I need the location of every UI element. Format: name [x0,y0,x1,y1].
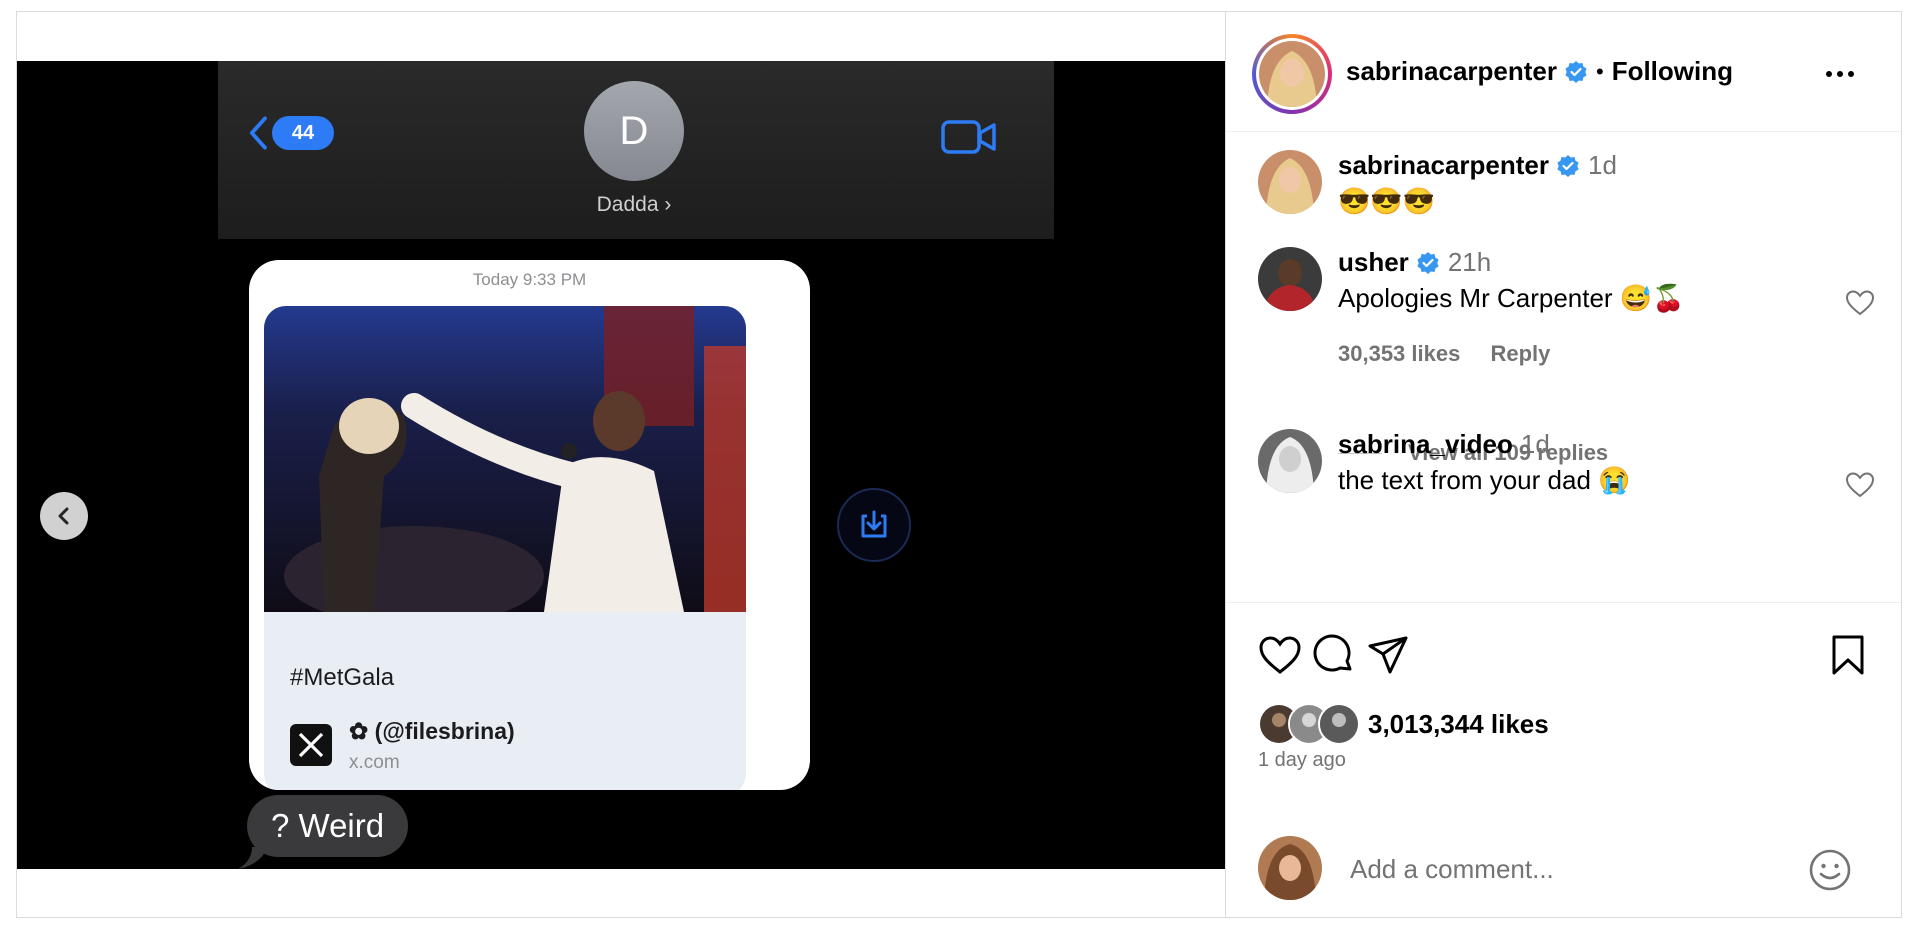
like-icon[interactable] [1258,633,1302,677]
verified-badge-icon [1557,154,1579,177]
heart-icon[interactable] [1845,289,1875,317]
author-username[interactable]: sabrinacarpenter [1346,56,1557,87]
avatar [1259,41,1325,107]
dot-icon [1826,71,1832,77]
post-sidebar: sabrinacarpenter • Following sabrinacarp… [1225,12,1901,917]
comment-meta: 30,353 likes Reply [1338,341,1550,367]
reply-button[interactable]: Reply [1490,341,1550,366]
bookmark-icon[interactable] [1826,633,1870,677]
video-call-icon [941,120,996,154]
liker-avatar [1318,703,1360,745]
reply-message-bubble: ? Weird [247,795,409,857]
preview-photo [264,306,746,612]
avatar[interactable] [1258,429,1322,493]
comment-header: usher 21h [1338,247,1491,278]
post-timestamp[interactable]: 1 day ago [1258,749,1346,772]
likes-row: 3,013,344 likes [1258,703,1549,745]
avatar[interactable] [1258,150,1322,214]
comment-username[interactable]: sabrinacarpenter [1338,150,1549,181]
comment-header: sabrinacarpenter 1d [1338,150,1617,181]
comment-time[interactable]: 21h [1448,247,1491,278]
verified-badge-icon [1417,251,1439,274]
comment-body: Apologies Mr Carpenter [1338,283,1613,313]
comment-likes[interactable]: 30,353 likes [1338,341,1460,366]
separator: • [1595,58,1604,84]
comment-username[interactable]: usher [1338,247,1409,278]
sunglasses-emoji: 😎 [1402,186,1436,216]
messages-header: 44 D Dadda › [218,61,1054,239]
heart-icon[interactable] [1845,471,1875,499]
sunglasses-emoji: 😎 [1370,186,1403,216]
post-actions: 3,013,344 likes 1 day ago [1226,602,1901,822]
sunglasses-emoji: 😎 [1338,186,1371,216]
post-modal: 44 D Dadda › Today 9:33 PM #MetGala ✿ (@… [16,11,1902,918]
x-logo-icon [290,724,332,766]
comment-time[interactable]: 1d [1521,429,1550,460]
comment-username[interactable]: sabrina_video [1338,429,1513,460]
comment-input[interactable] [1348,848,1772,890]
comment-text: 😎😎😎 [1338,186,1435,217]
comment-text: the text from your dad 😭 [1338,465,1631,496]
share-icon[interactable] [1366,633,1410,677]
avatar [1258,836,1322,900]
comment-body: the text from your dad [1338,465,1591,495]
comment-text: Apologies Mr Carpenter 😅🍒 [1338,283,1685,314]
message-timestamp: Today 9:33 PM [472,270,587,289]
contact-avatar: D [584,81,684,181]
add-comment-bar [1226,822,1901,917]
messages-screenshot: 44 D Dadda › Today 9:33 PM #MetGala ✿ (@… [218,61,1054,869]
sweat-smile-emoji: 😅 [1619,283,1653,313]
unread-badge: 44 [272,116,334,150]
dot-icon [1837,71,1843,77]
following-button[interactable]: Following [1612,56,1733,87]
author-info: sabrinacarpenter • Following [1346,56,1733,87]
post-header: sabrinacarpenter • Following [1226,12,1901,132]
comment-icon[interactable] [1312,633,1356,677]
media-frame: 44 D Dadda › Today 9:33 PM #MetGala ✿ (@… [17,61,1225,869]
avatar[interactable] [1258,247,1322,311]
share-icon [861,510,887,538]
chevron-left-icon [249,116,267,150]
dot-icon [1848,71,1854,77]
cherries-emoji: 🍒 [1652,283,1685,313]
share-button [837,488,911,562]
crying-emoji: 😭 [1598,465,1631,495]
messages-back-button: 44 [248,109,334,157]
link-source-handle: ✿ (@filesbrina) [349,718,515,744]
contact-name: Dadda › [596,193,672,216]
comments-list: sabrinacarpenter 1d 😎😎😎 usher 21h Apolog… [1226,132,1901,602]
link-domain: x.com [349,752,400,773]
author-avatar[interactable] [1252,34,1332,114]
link-preview: #MetGala ✿ (@filesbrina) x.com [264,306,746,790]
link-title: #MetGala [290,664,395,691]
verified-badge-icon [1565,60,1587,83]
previous-slide-button[interactable] [40,492,88,540]
post-media: 44 D Dadda › Today 9:33 PM #MetGala ✿ (@… [17,12,1225,917]
emoji-icon[interactable] [1806,846,1854,894]
comment-time[interactable]: 1d [1588,150,1617,181]
likes-count[interactable]: 3,013,344 likes [1368,709,1549,740]
chevron-left-icon [58,507,69,525]
more-options-button[interactable] [1826,64,1866,84]
link-preview-bubble: Today 9:33 PM #MetGala ✿ (@filesbrina) x… [249,260,810,790]
comment-header: sabrina_video 1d [1338,429,1550,460]
